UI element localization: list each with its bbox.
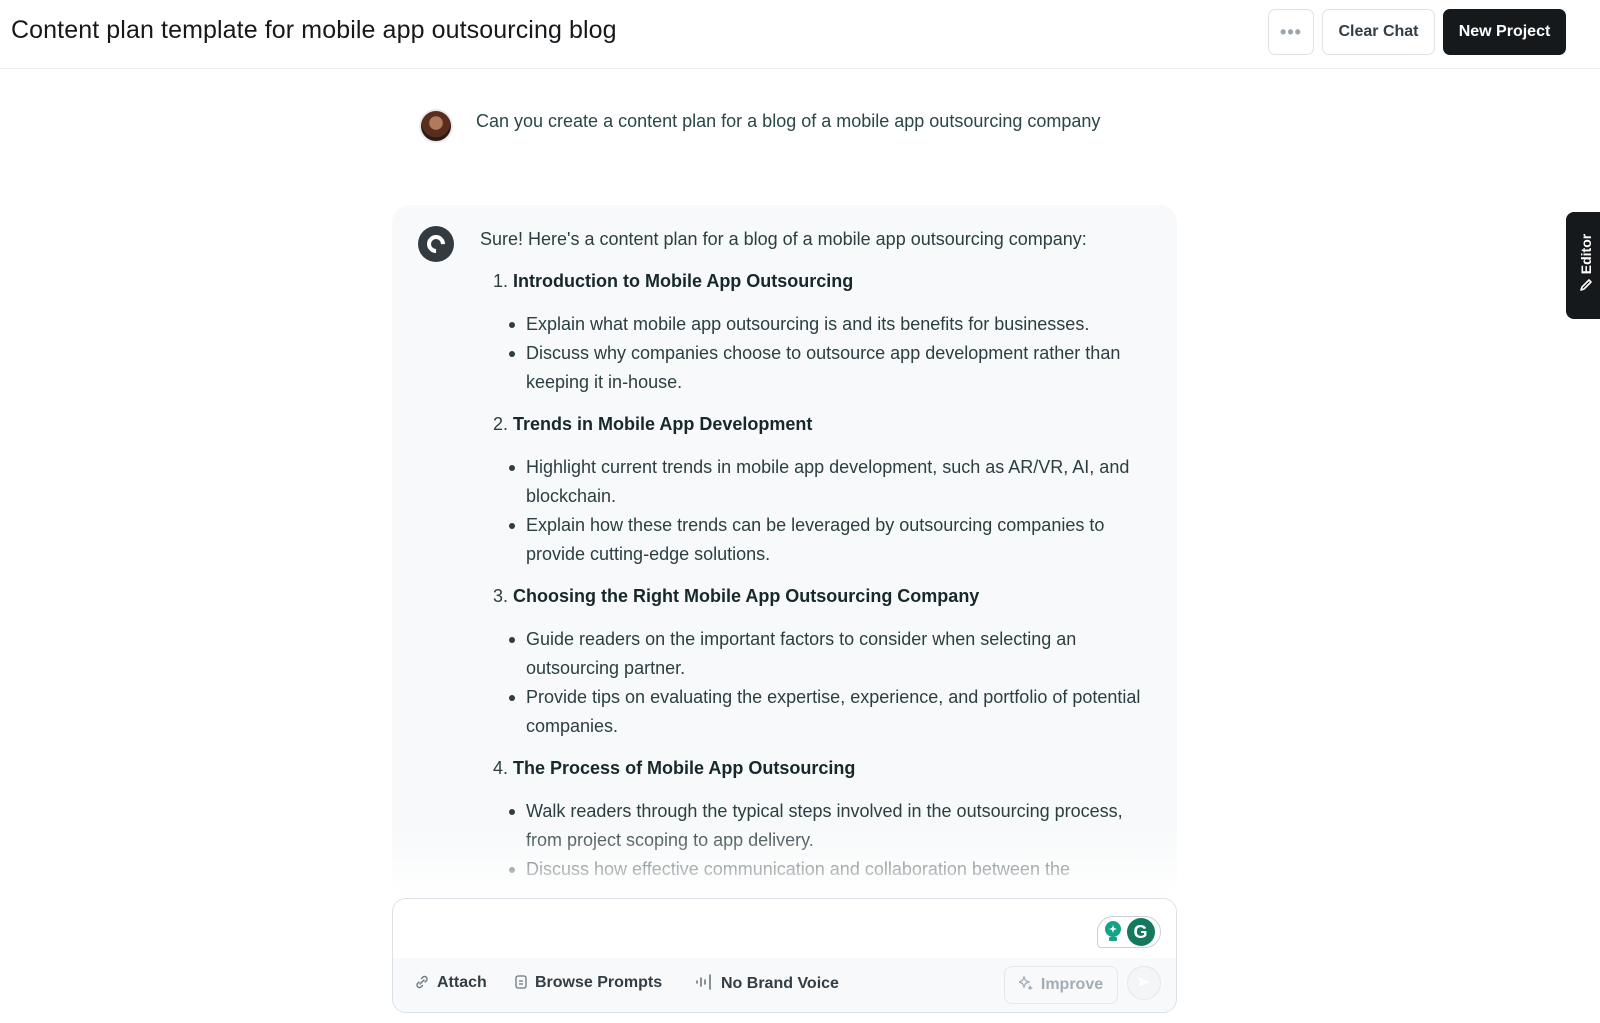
section-number: 1.	[493, 271, 509, 291]
clear-chat-button[interactable]: Clear Chat	[1322, 9, 1435, 55]
section-title: Choosing the Right Mobile App Outsourcin…	[513, 586, 980, 606]
bullet-dot	[509, 351, 515, 357]
assistant-message-body: Sure! Here's a content plan for a blog o…	[480, 225, 1150, 895]
bullet-text: Discuss how effective communication and …	[526, 859, 1070, 879]
browse-prompts-label: Browse Prompts	[535, 974, 663, 991]
brand-voice-label: No Brand Voice	[721, 974, 839, 992]
header-actions: ••• Clear Chat New Project	[1268, 9, 1566, 55]
improve-button[interactable]: Improve	[1004, 966, 1118, 1004]
composer-toolbar: Attach Browse Prompts No Brand Voice Imp…	[393, 958, 1176, 1012]
sparkle-icon	[1017, 974, 1033, 995]
message-composer: G Attach Browse Prompts No Brand Voice I…	[392, 898, 1177, 1013]
document-icon	[515, 974, 527, 992]
more-horizontal-icon: •••	[1280, 21, 1302, 42]
section-title: Introduction to Mobile App Outsourcing	[513, 271, 854, 291]
bullet-text: Explain what mobile app outsourcing is a…	[526, 314, 1090, 334]
assistant-logo-icon	[423, 231, 449, 257]
assistant-avatar	[418, 226, 454, 262]
bullet-item: Discuss why companies choose to outsourc…	[509, 339, 1150, 397]
bullet-dot	[509, 637, 515, 643]
new-project-button[interactable]: New Project	[1443, 9, 1566, 55]
paperclip-icon	[415, 975, 429, 992]
bullet-text: Discuss why companies choose to outsourc…	[526, 343, 1121, 392]
section-heading: 4. The Process of Mobile App Outsourcing	[493, 754, 1150, 783]
bullet-dot	[509, 523, 515, 529]
bullet-item: Walk readers through the typical steps i…	[509, 797, 1150, 855]
send-arrow-icon	[1137, 975, 1151, 992]
plan-section: 3. Choosing the Right Mobile App Outsour…	[480, 582, 1150, 741]
grammarly-widget[interactable]: G	[1097, 916, 1161, 948]
browse-prompts-button[interactable]: Browse Prompts	[515, 974, 662, 992]
section-heading: 1. Introduction to Mobile App Outsourcin…	[493, 267, 1150, 296]
send-button[interactable]	[1127, 966, 1161, 1000]
pencil-icon	[1579, 278, 1593, 295]
grammarly-icon[interactable]: G	[1126, 918, 1155, 946]
editor-side-tab[interactable]: Editor	[1566, 212, 1600, 319]
bullet-list: Highlight current trends in mobile app d…	[480, 453, 1150, 569]
bullet-item: Explain how these trends can be leverage…	[509, 511, 1150, 569]
message-input[interactable]	[393, 899, 1176, 958]
bullet-text: Guide readers on the important factors t…	[526, 629, 1077, 678]
bullet-dot	[509, 809, 515, 815]
bullet-dot	[509, 695, 515, 701]
bullet-item: Guide readers on the important factors t…	[509, 625, 1150, 683]
lightbulb-icon[interactable]	[1104, 921, 1122, 943]
brand-voice-button[interactable]: No Brand Voice	[695, 974, 839, 993]
bullet-text: Explain how these trends can be leverage…	[526, 515, 1105, 564]
bullet-item: Highlight current trends in mobile app d…	[509, 453, 1150, 511]
bullet-item: Provide tips on evaluating the expertise…	[509, 683, 1150, 741]
section-number: 2.	[493, 414, 509, 434]
bullet-list: Explain what mobile app outsourcing is a…	[480, 310, 1150, 397]
page-title: Content plan template for mobile app out…	[11, 16, 617, 44]
plan-section: 4. The Process of Mobile App Outsourcing…	[480, 754, 1150, 884]
section-heading: 3. Choosing the Right Mobile App Outsour…	[493, 582, 1150, 611]
bullet-item: Explain what mobile app outsourcing is a…	[509, 310, 1150, 339]
bullet-text: Highlight current trends in mobile app d…	[526, 457, 1130, 506]
bullet-list: Walk readers through the typical steps i…	[480, 797, 1150, 884]
plan-section: 1. Introduction to Mobile App Outsourcin…	[480, 267, 1150, 397]
bullet-dot	[509, 867, 515, 873]
more-options-button[interactable]: •••	[1268, 9, 1314, 55]
section-number: 4.	[493, 758, 509, 778]
improve-label: Improve	[1040, 976, 1104, 993]
top-header: Content plan template for mobile app out…	[0, 0, 1600, 69]
bullet-text: Walk readers through the typical steps i…	[526, 801, 1123, 850]
attach-button[interactable]: Attach	[415, 974, 487, 992]
section-heading: 2. Trends in Mobile App Development	[493, 410, 1150, 439]
user-avatar	[419, 109, 453, 143]
section-number: 3.	[493, 586, 509, 606]
user-message-text: Can you create a content plan for a blog…	[476, 110, 1101, 131]
voice-wave-icon	[695, 974, 713, 993]
section-title: The Process of Mobile App Outsourcing	[513, 758, 856, 778]
attach-label: Attach	[437, 974, 487, 991]
section-title: Trends in Mobile App Development	[513, 414, 813, 434]
bullet-list: Guide readers on the important factors t…	[480, 625, 1150, 741]
user-message: Can you create a content plan for a blog…	[419, 109, 1100, 143]
bullet-dot	[509, 465, 515, 471]
bullet-dot	[509, 322, 515, 328]
assistant-message-card: Sure! Here's a content plan for a blog o…	[392, 205, 1177, 895]
bullet-item: Discuss how effective communication and …	[509, 855, 1150, 884]
plan-section: 2. Trends in Mobile App Development High…	[480, 410, 1150, 569]
assistant-intro: Sure! Here's a content plan for a blog o…	[480, 229, 1087, 249]
editor-tab-label: Editor	[1578, 233, 1595, 275]
bullet-text: Provide tips on evaluating the expertise…	[526, 687, 1141, 736]
